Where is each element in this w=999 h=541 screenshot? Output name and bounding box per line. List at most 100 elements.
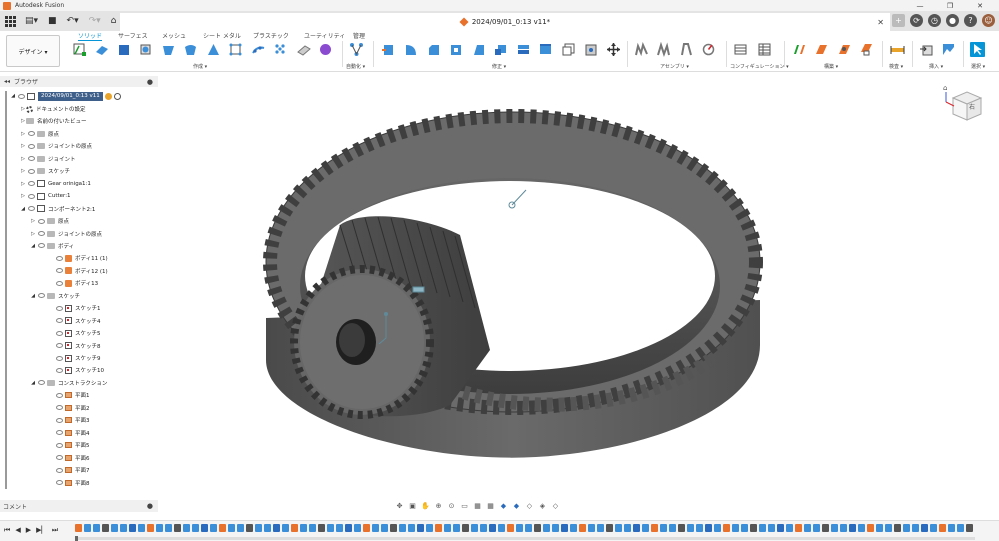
visibility-eye-icon[interactable] (38, 231, 45, 236)
tree-item[interactable]: ◢ スケッチ (30, 290, 80, 302)
expand-arrow-icon[interactable]: ▷ (20, 131, 26, 137)
timeline-feature-icon[interactable] (300, 524, 307, 532)
timeline-feature-icon[interactable] (867, 524, 874, 532)
revolve-icon[interactable] (161, 42, 176, 57)
tree-item[interactable]: ▷ 名前の付いたビュー (20, 115, 87, 127)
tree-item[interactable]: ▷ スケッチ (20, 165, 70, 177)
go-to-end-icon[interactable]: ⏭ (52, 526, 58, 535)
data-panel-grid-icon[interactable] (3, 14, 17, 28)
tree-item[interactable]: スケッチ5 (48, 327, 101, 339)
visual-style-wire-icon[interactable]: ◈ (538, 501, 547, 510)
timeline-feature-icon[interactable] (435, 524, 442, 532)
view-cube[interactable]: 右 ⌂ (943, 84, 987, 124)
timeline-feature-icon[interactable] (885, 524, 892, 532)
timeline-feature-icon[interactable] (417, 524, 424, 532)
timeline-feature-icon[interactable] (273, 524, 280, 532)
restore-button[interactable]: ❐ (935, 0, 965, 11)
timeline-feature-icon[interactable] (678, 524, 685, 532)
configuration-table-icon[interactable] (733, 42, 748, 57)
visibility-eye-icon[interactable] (56, 355, 63, 361)
measure-icon[interactable] (890, 42, 905, 57)
group-inspect[interactable]: 検査 ▾ (889, 63, 903, 70)
timeline-feature-icon[interactable] (507, 524, 514, 532)
plane-tangent-icon[interactable] (837, 42, 852, 57)
tree-item[interactable]: ▷ ドキュメントの設定 (20, 103, 86, 115)
tree-item[interactable]: スケッチ8 (48, 340, 101, 352)
timeline-feature-icon[interactable] (669, 524, 676, 532)
timeline-feature-icon[interactable] (642, 524, 649, 532)
tree-item[interactable]: ボディ13 (48, 277, 98, 289)
cylinder-icon[interactable] (138, 42, 153, 57)
expand-arrow-icon[interactable]: ▷ (20, 156, 26, 162)
timeline-feature-icon[interactable] (939, 524, 946, 532)
timeline-feature-icon[interactable] (183, 524, 190, 532)
expand-arrow-icon[interactable]: ▷ (20, 193, 26, 199)
visibility-eye-icon[interactable] (38, 380, 45, 386)
timeline-feature-icon[interactable] (948, 524, 955, 532)
timeline-feature-icon[interactable] (921, 524, 928, 532)
timeline-feature-icon[interactable] (723, 524, 730, 532)
play-icon[interactable]: ▶ (26, 526, 31, 535)
expand-arrow-icon[interactable]: ▷ (30, 218, 36, 224)
browser-pin-icon[interactable]: ● (147, 78, 153, 86)
tab-manage[interactable]: 管理 (353, 31, 365, 40)
activate-radio-icon[interactable] (113, 92, 121, 100)
visibility-eye-icon[interactable] (38, 218, 45, 224)
timeline-feature-icon[interactable] (588, 524, 595, 532)
save-icon[interactable]: ■ (48, 16, 57, 26)
group-modify[interactable]: 修正 ▾ (492, 63, 506, 70)
timeline-feature-icon[interactable] (768, 524, 775, 532)
tree-item[interactable]: スケッチ1 (48, 302, 101, 314)
sketch-point[interactable] (384, 312, 388, 316)
extensions-icon[interactable]: ⟳ (910, 14, 923, 27)
home-icon[interactable]: ⌂ (111, 16, 117, 26)
tree-item[interactable]: 平面8 (48, 477, 90, 489)
timeline-feature-icon[interactable] (750, 524, 757, 532)
timeline-feature-icon[interactable] (741, 524, 748, 532)
timeline-feature-icon[interactable] (570, 524, 577, 532)
timeline-feature-icon[interactable] (255, 524, 262, 532)
fillet-icon[interactable] (403, 42, 418, 57)
timeline-feature-icon[interactable] (354, 524, 361, 532)
timeline-feature-icon[interactable] (795, 524, 802, 532)
tab-sheet-metal[interactable]: シート メタル (203, 31, 241, 40)
group-select[interactable]: 選択 ▾ (971, 63, 985, 70)
timeline-feature-icon[interactable] (336, 524, 343, 532)
tree-item[interactable]: ▷ ジョイントの原点 (30, 228, 102, 240)
circular-pattern-icon[interactable] (251, 42, 266, 57)
tree-item[interactable]: 平面2 (48, 402, 90, 414)
tree-item[interactable]: 平面6 (48, 452, 90, 464)
replace-face-icon[interactable] (561, 42, 576, 57)
timeline-feature-icon[interactable] (120, 524, 127, 532)
visibility-eye-icon[interactable] (28, 168, 35, 174)
tree-item[interactable]: ボディ11 (1) (48, 252, 108, 264)
collapse-arrow-icon[interactable]: ◢ (10, 93, 16, 99)
timeline-feature-icon[interactable] (894, 524, 901, 532)
timeline-feature-icon[interactable] (822, 524, 829, 532)
timeline-feature-icon[interactable] (633, 524, 640, 532)
as-built-joint-icon[interactable] (679, 42, 694, 57)
configuration-grid-icon[interactable] (757, 42, 772, 57)
timeline-feature-icon[interactable] (903, 524, 910, 532)
timeline-track[interactable] (75, 537, 975, 540)
move-copy-icon[interactable] (606, 42, 621, 57)
visibility-eye-icon[interactable] (56, 417, 63, 423)
close-tab-button[interactable]: ✕ (877, 18, 884, 27)
timeline-feature-icon[interactable] (345, 524, 352, 532)
timeline-feature-icon[interactable] (129, 524, 136, 532)
new-tab-plus-icon[interactable]: + (892, 14, 905, 27)
visibility-eye-icon[interactable] (38, 243, 45, 249)
insert-canvas-icon[interactable] (941, 42, 956, 57)
timeline-feature-icon[interactable] (318, 524, 325, 532)
collapse-panel-icon[interactable]: ◂◂ (4, 78, 10, 85)
tab-solid[interactable]: ソリッド (78, 31, 103, 41)
form-icon[interactable] (296, 42, 311, 57)
tree-item[interactable]: ◢ ボディ (30, 240, 74, 252)
step-forward-icon[interactable]: ▶▏ (36, 526, 47, 535)
timeline-feature-icon[interactable] (471, 524, 478, 532)
visual-style-wireframe-icon[interactable]: ◇ (551, 501, 560, 510)
sketch-marker[interactable] (412, 286, 425, 293)
offset-plane-icon[interactable] (792, 42, 807, 57)
rectangular-pattern-icon[interactable] (228, 42, 243, 57)
timeline-feature-icon[interactable] (147, 524, 154, 532)
